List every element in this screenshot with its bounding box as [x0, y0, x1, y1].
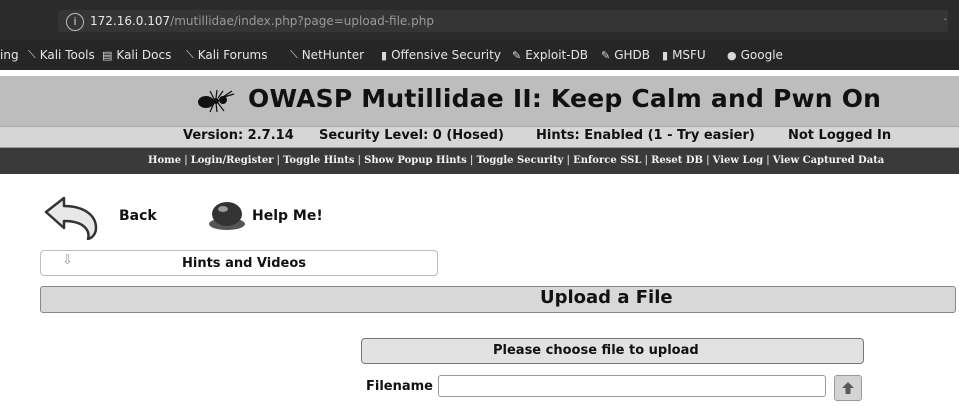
bookmark-nethunter[interactable]: ⟍ NetHunter	[290, 48, 364, 62]
bookmark-label: Kali Tools	[39, 48, 95, 62]
hints-and-videos-label[interactable]: Hints and Videos	[182, 256, 306, 271]
back-button[interactable]: Back	[119, 208, 157, 224]
ghdb-icon: ✎	[601, 48, 611, 62]
page-heading: Upload a File	[540, 287, 673, 308]
bookmark-offensive-security[interactable]: ▮ Offensive Security	[381, 48, 501, 62]
kali-dragon-icon: ⟍	[28, 48, 36, 61]
bookmark-label: NetHunter	[301, 48, 365, 62]
nav-enforce-ssl[interactable]: Enforce SSL	[573, 155, 641, 166]
filename-label: Filename	[366, 379, 433, 394]
address-text[interactable]: 172.16.0.107/mutillidae/index.php?page=u…	[90, 14, 434, 28]
nav-home[interactable]: Home	[148, 155, 181, 166]
nav-separator: |	[357, 155, 362, 166]
kali-dragon-icon: ⟍	[186, 48, 194, 61]
url-host: 172.16.0.107	[90, 14, 171, 28]
site-info-icon[interactable]: i	[66, 13, 84, 31]
msfu-icon: ▮	[662, 48, 669, 62]
nav-view-log[interactable]: View Log	[713, 155, 764, 166]
help-me-button[interactable]: Help Me!	[252, 208, 323, 224]
nav-view-captured-data[interactable]: View Captured Data	[773, 155, 885, 166]
page-actions-icon[interactable]: ·	[944, 13, 948, 26]
nav-reset-db[interactable]: Reset DB	[651, 155, 703, 166]
ant-logo-icon	[198, 89, 235, 113]
bookmark-label: Kali Docs	[116, 48, 172, 62]
expand-arrow-icon[interactable]: ⇩	[62, 253, 73, 268]
bookmark-label: Exploit-DB	[525, 48, 589, 62]
exploit-db-icon: ✎	[512, 48, 522, 62]
nav-separator: |	[705, 155, 710, 166]
nav-toggle-hints[interactable]: Toggle Hints	[283, 155, 354, 166]
hints-status-text: Hints: Enabled (1 - Try easier)	[536, 128, 755, 143]
browse-file-button[interactable]	[834, 375, 862, 401]
version-text: Version: 2.7.14	[183, 128, 294, 143]
page-title: OWASP Mutillidae II: Keep Calm and Pwn O…	[248, 84, 882, 113]
nav-separator: |	[184, 155, 188, 166]
bookmarks-toolbar: ing ⟍ Kali Tools ▤ Kali Docs ⟍ Kali Forums …	[0, 40, 959, 70]
bookmark-msfu[interactable]: ▮ MSFU	[662, 48, 706, 62]
upload-arrow-icon	[842, 382, 854, 394]
kali-docs-icon: ▤	[102, 48, 113, 62]
bookmark-label: Kali Forums	[197, 48, 268, 62]
page-heading-bar	[40, 286, 956, 313]
nav-links: Home | Login/Register | Toggle Hints | Show Po…	[148, 155, 884, 166]
bookmark-ghdb[interactable]: ✎ GHDB	[601, 48, 650, 62]
nav-separator: |	[644, 155, 649, 166]
nav-login-register[interactable]: Login/Register	[191, 155, 274, 166]
form-heading: Please choose file to upload	[493, 343, 699, 358]
nav-show-popup-hints[interactable]: Show Popup Hints	[364, 155, 467, 166]
back-arrow-icon[interactable]	[42, 194, 102, 240]
bookmark-kali-forums[interactable]: ⟍ Kali Forums	[186, 48, 268, 62]
bookmark-label: Google	[740, 48, 783, 62]
nav-separator: |	[276, 155, 281, 166]
bookmark-label: MSFU	[672, 48, 706, 62]
offsec-icon: ▮	[381, 48, 388, 62]
bookmark-label: ing	[0, 48, 19, 62]
nav-separator: |	[469, 155, 474, 166]
bookmark-exploit-db[interactable]: ✎ Exploit-DB	[512, 48, 588, 62]
bookmark-google[interactable]: ● Google	[727, 48, 783, 62]
bookmark-kali-docs[interactable]: ▤ Kali Docs	[102, 48, 171, 62]
kali-dragon-icon: ⟍	[290, 48, 298, 61]
security-level-text: Security Level: 0 (Hosed)	[319, 128, 504, 143]
google-icon: ●	[727, 48, 737, 62]
url-path: /mutillidae/index.php?page=upload-file.p…	[170, 14, 434, 28]
nav-toggle-security[interactable]: Toggle Security	[476, 155, 563, 166]
nav-separator: |	[566, 155, 571, 166]
bookmark-label: GHDB	[614, 48, 651, 62]
help-button-icon[interactable]	[205, 198, 249, 232]
bookmark-truncated[interactable]: ing	[0, 48, 19, 62]
bookmark-label: Offensive Security	[391, 48, 501, 62]
bookmark-kali-tools[interactable]: ⟍ Kali Tools	[28, 48, 95, 62]
login-status-text: Not Logged In	[788, 128, 892, 143]
nav-separator: |	[766, 155, 770, 166]
filename-input[interactable]	[438, 375, 826, 397]
